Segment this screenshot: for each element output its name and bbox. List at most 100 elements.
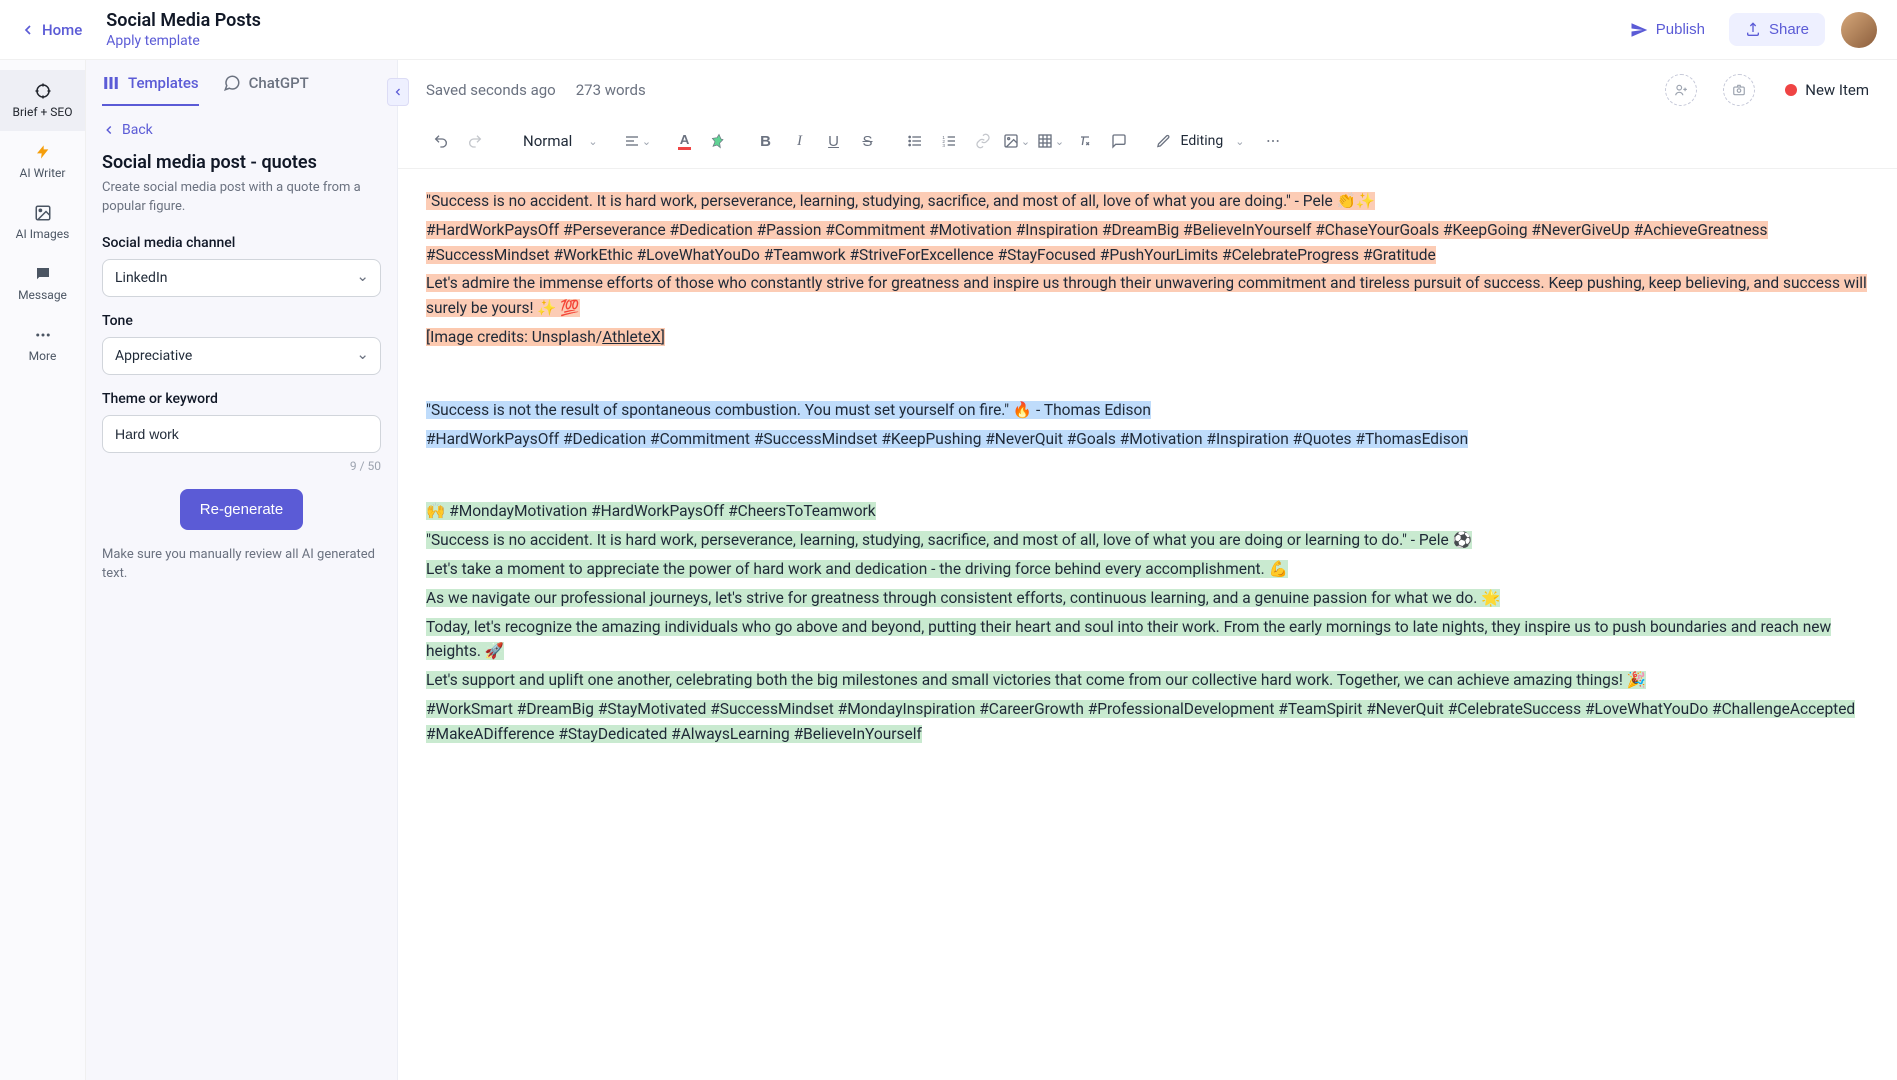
highlight-icon bbox=[711, 133, 727, 149]
more-icon bbox=[1265, 133, 1281, 149]
align-left-icon bbox=[624, 133, 640, 149]
chevron-down-icon: ⌄ bbox=[1055, 135, 1064, 148]
text-color-button[interactable]: A bbox=[670, 126, 700, 156]
editing-mode-select[interactable]: Editing ⌄ bbox=[1146, 129, 1255, 153]
saved-status: Saved seconds ago bbox=[426, 81, 556, 99]
regenerate-button[interactable]: Re-generate bbox=[180, 489, 303, 530]
content-paragraph: Let's support and uplift one another, ce… bbox=[426, 671, 1646, 689]
review-note: Make sure you manually review all AI gen… bbox=[102, 546, 381, 584]
undo-icon bbox=[433, 133, 449, 149]
bullet-list-button[interactable] bbox=[900, 126, 930, 156]
template-description: Create social media post with a quote fr… bbox=[102, 179, 381, 217]
content-paragraph: #WorkSmart #DreamBig #StayMotivated #Suc… bbox=[426, 700, 1855, 743]
more-toolbar-button[interactable] bbox=[1258, 126, 1288, 156]
redo-icon bbox=[467, 133, 483, 149]
content-paragraph: "Success is no accident. It is hard work… bbox=[426, 531, 1472, 549]
left-rail: Brief + SEO AI Writer AI Images Message … bbox=[0, 60, 86, 1080]
content-paragraph: Let's take a moment to appreciate the po… bbox=[426, 560, 1288, 578]
share-button[interactable]: Share bbox=[1729, 13, 1825, 46]
editor-header: Saved seconds ago 273 words New Item bbox=[398, 60, 1897, 120]
underline-icon: U bbox=[828, 133, 839, 150]
tone-select[interactable]: Appreciative bbox=[102, 337, 381, 375]
pen-icon bbox=[1156, 134, 1171, 149]
rail-label: AI Writer bbox=[20, 166, 66, 180]
table-button[interactable]: ⌄ bbox=[1036, 126, 1066, 156]
bullet-list-icon bbox=[907, 133, 923, 149]
message-icon bbox=[34, 265, 52, 283]
comment-icon bbox=[1111, 133, 1127, 149]
tab-templates-label: Templates bbox=[128, 74, 199, 92]
status-dot-icon bbox=[1785, 84, 1797, 96]
page-title: Social Media Posts bbox=[106, 10, 261, 31]
image-button[interactable]: ⌄ bbox=[1002, 126, 1032, 156]
link-button[interactable] bbox=[968, 126, 998, 156]
apply-template-link[interactable]: Apply template bbox=[106, 33, 261, 49]
content-paragraph: [Image credits: Unsplash/AthleteX] bbox=[426, 328, 665, 346]
sidebar-collapse-button[interactable] bbox=[387, 78, 409, 106]
rail-label: AI Images bbox=[16, 227, 70, 241]
tab-chatgpt[interactable]: ChatGPT bbox=[223, 74, 309, 106]
templates-icon bbox=[102, 74, 120, 92]
redo-button[interactable] bbox=[460, 126, 490, 156]
rail-label: More bbox=[29, 349, 57, 363]
editor-content[interactable]: "Success is no accident. It is hard work… bbox=[398, 169, 1897, 1080]
theme-input[interactable] bbox=[102, 415, 381, 453]
tab-chatgpt-label: ChatGPT bbox=[249, 74, 309, 92]
topbar: Home Social Media Posts Apply template P… bbox=[0, 0, 1897, 60]
publish-button[interactable]: Publish bbox=[1616, 13, 1719, 47]
channel-label: Social media channel bbox=[102, 235, 381, 251]
channel-select[interactable]: LinkedIn bbox=[102, 259, 381, 297]
back-link[interactable]: Back bbox=[102, 122, 381, 138]
content-paragraph: #HardWorkPaysOff #Perseverance #Dedicati… bbox=[426, 221, 1768, 264]
content-paragraph: Today, let's recognize the amazing indiv… bbox=[426, 618, 1831, 661]
chevron-down-icon: ⌄ bbox=[1235, 135, 1244, 148]
svg-text:3: 3 bbox=[942, 143, 945, 148]
chevron-left-icon bbox=[392, 86, 404, 98]
strike-button[interactable]: S bbox=[853, 126, 883, 156]
editing-mode-label: Editing bbox=[1181, 133, 1224, 149]
status-label: New Item bbox=[1805, 81, 1869, 99]
content-paragraph: As we navigate our professional journeys… bbox=[426, 589, 1500, 607]
clear-format-button[interactable] bbox=[1070, 126, 1100, 156]
align-button[interactable]: ⌄ bbox=[623, 126, 653, 156]
chevron-down-icon: ⌄ bbox=[588, 135, 597, 148]
chevron-left-icon bbox=[20, 22, 36, 38]
home-link[interactable]: Home bbox=[20, 21, 82, 39]
underline-button[interactable]: U bbox=[819, 126, 849, 156]
undo-button[interactable] bbox=[426, 126, 456, 156]
avatar[interactable] bbox=[1841, 12, 1877, 48]
sidebar-tabs: Templates ChatGPT bbox=[86, 60, 397, 106]
add-collaborator-button[interactable] bbox=[1665, 74, 1697, 106]
comment-button[interactable] bbox=[1104, 126, 1134, 156]
upload-icon bbox=[1745, 22, 1761, 38]
bolt-icon bbox=[34, 143, 52, 161]
rail-label: Brief + SEO bbox=[13, 105, 73, 119]
rail-item-brief-seo[interactable]: Brief + SEO bbox=[0, 70, 85, 131]
more-icon bbox=[34, 326, 52, 344]
back-label: Back bbox=[122, 122, 153, 138]
theme-label: Theme or keyword bbox=[102, 391, 381, 407]
style-select[interactable]: Normal ⌄ bbox=[507, 128, 606, 154]
content-paragraph: "Success is not the result of spontaneou… bbox=[426, 401, 1151, 419]
image-icon bbox=[1003, 133, 1019, 149]
chevron-down-icon: ⌄ bbox=[1021, 135, 1030, 148]
status-pill[interactable]: New Item bbox=[1785, 81, 1869, 99]
image-credit-link[interactable]: AthleteX bbox=[602, 328, 661, 346]
rail-item-more[interactable]: More bbox=[0, 314, 85, 375]
italic-button[interactable]: I bbox=[785, 126, 815, 156]
sidebar-panel: Templates ChatGPT Back Social media post… bbox=[86, 60, 398, 1080]
highlight-button[interactable] bbox=[704, 126, 734, 156]
tab-templates[interactable]: Templates bbox=[102, 74, 199, 106]
word-count: 273 words bbox=[576, 81, 646, 99]
add-image-button[interactable] bbox=[1723, 74, 1755, 106]
rail-item-ai-images[interactable]: AI Images bbox=[0, 192, 85, 253]
content-paragraph: #HardWorkPaysOff #Dedication #Commitment… bbox=[426, 430, 1468, 448]
bold-icon: B bbox=[760, 133, 771, 150]
send-icon bbox=[1630, 21, 1648, 39]
rail-item-ai-writer[interactable]: AI Writer bbox=[0, 131, 85, 192]
rail-item-message[interactable]: Message bbox=[0, 253, 85, 314]
numbered-list-button[interactable]: 123 bbox=[934, 126, 964, 156]
link-icon bbox=[975, 133, 991, 149]
bold-button[interactable]: B bbox=[751, 126, 781, 156]
chat-icon bbox=[223, 74, 241, 92]
